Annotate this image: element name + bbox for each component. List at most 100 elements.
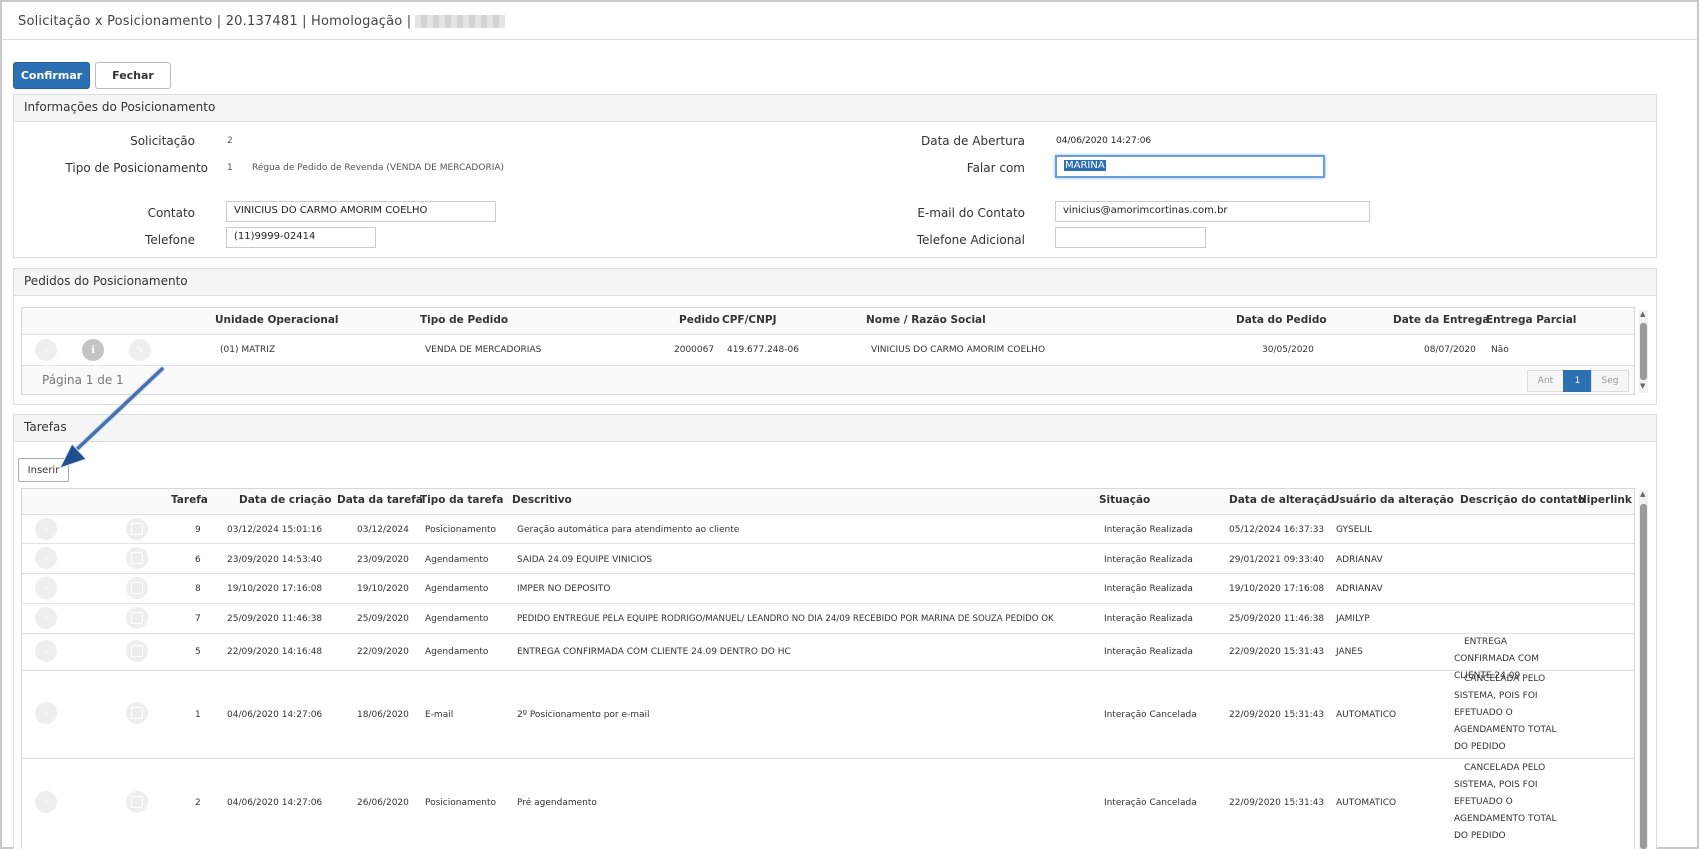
row-divider xyxy=(22,633,1634,634)
edit-icon[interactable]: ✎ xyxy=(129,339,151,361)
tarefa-alteracao: 22/09/2020 15:31:43 xyxy=(1229,647,1325,657)
insert-button[interactable]: Inserir xyxy=(18,458,69,482)
tarefa-id: 1 xyxy=(195,710,201,720)
tarefa-situacao: Interação Realizada xyxy=(1104,555,1193,565)
search-icon[interactable]: ⌕ xyxy=(35,702,57,724)
col-hiperlink: Hiperlink xyxy=(1578,494,1632,506)
tarefa-descritivo: IMPER NO DEPOSITO xyxy=(517,584,611,594)
tarefa-alteracao: 19/10/2020 17:16:08 xyxy=(1229,584,1325,594)
contato-input[interactable]: VINICIUS DO CARMO AMORIM COELHO xyxy=(226,201,496,222)
row-divider xyxy=(22,603,1634,604)
col-pedido: Pedido xyxy=(679,314,720,326)
tarefa-id: 9 xyxy=(195,525,201,535)
col-cpf: CPF/CNPJ xyxy=(722,314,777,326)
tarefa-data: 18/06/2020 xyxy=(357,710,409,720)
telefone-adicional-input[interactable] xyxy=(1055,227,1206,248)
confirm-button[interactable]: Confirmar xyxy=(13,62,90,89)
tarefa-tipo: Agendamento xyxy=(425,584,489,594)
contact-card-icon[interactable] xyxy=(126,577,148,599)
tarefa-situacao: Interação Realizada xyxy=(1104,584,1193,594)
tarefa-id: 5 xyxy=(195,647,201,657)
search-icon[interactable]: ⌕ xyxy=(35,577,57,599)
search-icon[interactable]: ⌕ xyxy=(35,607,57,629)
search-icon[interactable]: ⌕ xyxy=(35,518,57,540)
tarefa-usuario: JAMILYP xyxy=(1336,614,1370,624)
row-divider xyxy=(22,758,1634,759)
tarefas-scrollbar[interactable]: ▲ xyxy=(1639,490,1648,849)
tarefas-panel-heading: Tarefas xyxy=(14,415,1656,442)
col-nome: Nome / Razão Social xyxy=(866,314,986,326)
redacted-text xyxy=(415,15,506,28)
tarefa-criacao: 04/06/2020 14:27:06 xyxy=(227,798,323,808)
tarefa-tipo: E-mail xyxy=(425,710,454,720)
tarefa-usuario: JANES xyxy=(1336,647,1363,657)
tarefa-id: 7 xyxy=(195,614,201,624)
tarefa-tipo: Agendamento xyxy=(425,555,489,565)
tarefa-data: 23/09/2020 xyxy=(357,555,409,565)
tarefa-descritivo: Geração automática para atendimento ao c… xyxy=(517,525,740,535)
pedido-nome: VINICIUS DO CARMO AMORIM COELHO xyxy=(871,345,1046,355)
pedidos-scroll-thumb[interactable] xyxy=(1640,323,1647,380)
tarefa-tipo: Agendamento xyxy=(425,614,489,624)
col-data-criacao: Data de criação xyxy=(239,494,332,506)
scroll-down-arrow[interactable]: ▼ xyxy=(1640,382,1645,390)
tarefa-descricao-contato: CANCELADA PELO SISTEMA, POIS FOI EFETUAD… xyxy=(1454,763,1557,841)
tarefa-descritivo: PEDIDO ENTREGUE PELA EQUIPE RODRIGO/MANU… xyxy=(517,614,1054,624)
tarefa-descritivo: ENTREGA CONFIRMADA COM CLIENTE 24.09 DEN… xyxy=(517,647,791,657)
falar-com-label: Falar com xyxy=(966,161,1025,175)
tarefa-data: 03/12/2024 xyxy=(357,525,409,535)
search-icon[interactable]: ⌕ xyxy=(35,640,57,662)
tarefa-data: 22/09/2020 xyxy=(357,647,409,657)
pedido-cpf: 419.677.248-06 xyxy=(727,345,799,355)
search-icon[interactable]: ⌕ xyxy=(35,791,57,813)
contact-card-icon[interactable] xyxy=(126,547,148,569)
solicitacao-label: Solicitação xyxy=(130,134,195,148)
info-icon[interactable]: ℹ xyxy=(82,339,104,361)
contact-card-icon[interactable] xyxy=(126,702,148,724)
col-tipo-pedido: Tipo de Pedido xyxy=(420,314,509,326)
col-data-pedido: Data do Pedido xyxy=(1236,314,1327,326)
col-data-entrega: Date da Entrega xyxy=(1393,314,1490,326)
scroll-up-arrow[interactable]: ▲ xyxy=(1640,490,1645,498)
tarefa-situacao: Interação Realizada xyxy=(1104,647,1193,657)
tipo-posicionamento-label: Tipo de Posicionamento xyxy=(65,161,208,175)
tarefa-situacao: Interação Realizada xyxy=(1104,525,1193,535)
scroll-up-arrow[interactable]: ▲ xyxy=(1640,310,1645,318)
contact-card-icon[interactable] xyxy=(126,640,148,662)
falar-com-selected-text: MARINA xyxy=(1064,160,1106,171)
tarefa-criacao: 22/09/2020 14:16:48 xyxy=(227,647,323,657)
tarefa-id: 8 xyxy=(195,584,201,594)
tarefa-alteracao: 22/09/2020 15:31:43 xyxy=(1229,710,1325,720)
tarefa-situacao: Interação Cancelada xyxy=(1104,710,1197,720)
col-tarefa: Tarefa xyxy=(171,494,208,506)
pagination-text: Página 1 de 1 xyxy=(42,373,124,387)
next-page-button[interactable]: Seg xyxy=(1591,370,1629,392)
search-icon[interactable]: ⌕ xyxy=(35,339,57,361)
close-button[interactable]: Fechar xyxy=(95,62,171,89)
tarefa-tipo: Posicionamento xyxy=(425,798,497,808)
row-divider xyxy=(22,670,1634,671)
search-icon[interactable]: ⌕ xyxy=(35,547,57,569)
page-1-button[interactable]: 1 xyxy=(1563,370,1592,392)
tipo-description: Régua de Pedido de Revenda (VENDA DE MER… xyxy=(252,163,505,173)
tarefa-descricao-contato: CANCELADA PELO SISTEMA, POIS FOI EFETUAD… xyxy=(1454,674,1557,752)
title-bar: Solicitação x Posicionamento | 20.137481… xyxy=(2,2,1697,40)
prev-page-button[interactable]: Ant xyxy=(1527,370,1564,392)
tarefa-usuario: AUTOMATICO xyxy=(1336,798,1397,808)
pedido-parcial: Não xyxy=(1491,345,1509,355)
tarefa-alteracao: 25/09/2020 11:46:38 xyxy=(1229,614,1325,624)
contact-card-icon[interactable] xyxy=(126,791,148,813)
telefone-input[interactable]: (11)9999-02414 xyxy=(226,227,376,248)
tarefa-descritivo: 2º Posicionamento por e-mail xyxy=(517,710,650,720)
contact-card-icon[interactable] xyxy=(126,607,148,629)
telefone-adicional-label: Telefone Adicional xyxy=(916,233,1025,247)
falar-com-input[interactable]: MARINA xyxy=(1055,155,1325,178)
abertura-label: Data de Abertura xyxy=(920,134,1025,148)
tarefas-scroll-thumb[interactable] xyxy=(1640,504,1647,849)
tarefa-situacao: Interação Realizada xyxy=(1104,614,1193,624)
contact-card-icon[interactable] xyxy=(126,518,148,540)
email-input[interactable]: vinicius@amorimcortinas.com.br xyxy=(1055,201,1370,222)
pedidos-row-line xyxy=(22,365,1634,366)
pedidos-scrollbar[interactable]: ▲ ▼ xyxy=(1639,310,1648,393)
abertura-value: 04/06/2020 14:27:06 xyxy=(1056,136,1152,146)
